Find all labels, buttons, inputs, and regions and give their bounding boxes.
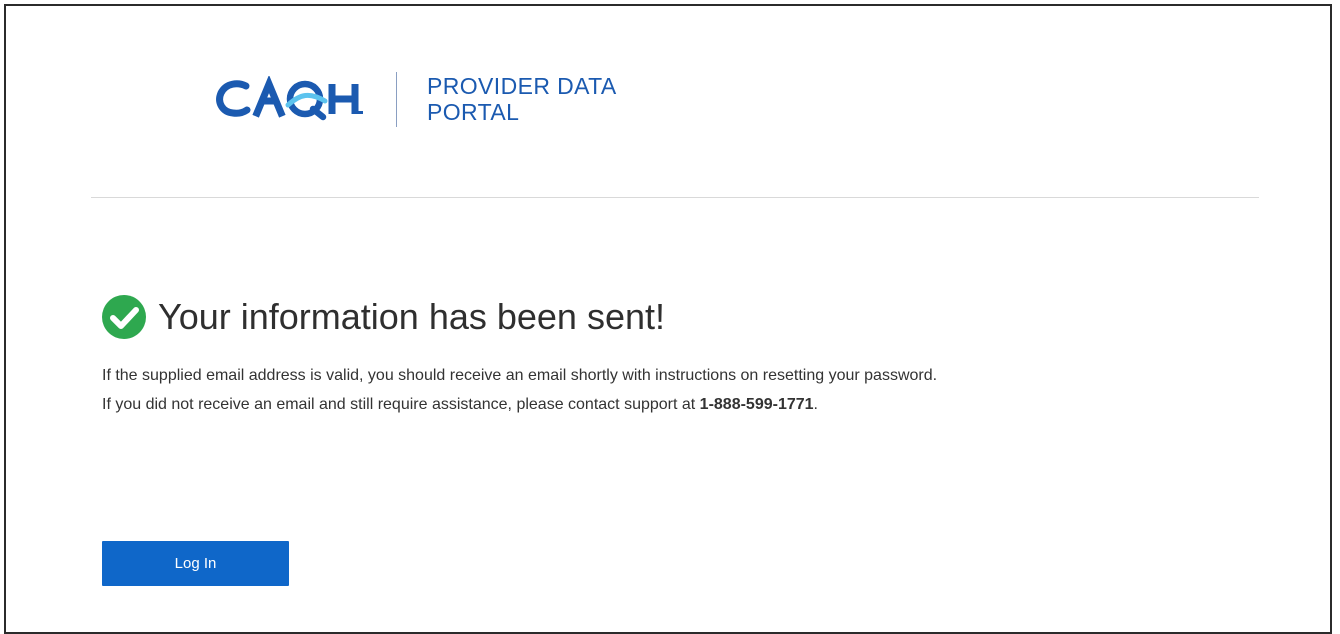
page-frame: PROVIDER DATA PORTAL Your information ha… [4, 4, 1332, 634]
confirmation-message: If the supplied email address is valid, … [102, 361, 1282, 419]
caqh-logo[interactable] [214, 76, 364, 122]
caqh-logo-mark [216, 76, 363, 121]
message-line-2-period: . [813, 396, 818, 413]
portal-title-line-2: PORTAL [427, 99, 520, 125]
support-phone-number: 1-888-599-1771 [699, 396, 814, 413]
success-title: Your information has been sent! [158, 296, 666, 337]
message-line-2: If you did not receive an email and stil… [102, 390, 1282, 419]
message-line-2-text: If you did not receive an email and stil… [102, 396, 700, 413]
portal-title-line-1: PROVIDER DATA [427, 73, 617, 99]
header-divider [396, 71, 397, 127]
success-heading: Your information has been sent! [102, 295, 665, 339]
header-divider-line [91, 197, 1259, 198]
login-button[interactable]: Log In [102, 541, 289, 586]
site-header: PROVIDER DATA PORTAL [214, 70, 617, 128]
check-circle-icon [102, 295, 146, 339]
message-line-1: If the supplied email address is valid, … [102, 367, 938, 384]
portal-title: PROVIDER DATA PORTAL [427, 73, 617, 125]
